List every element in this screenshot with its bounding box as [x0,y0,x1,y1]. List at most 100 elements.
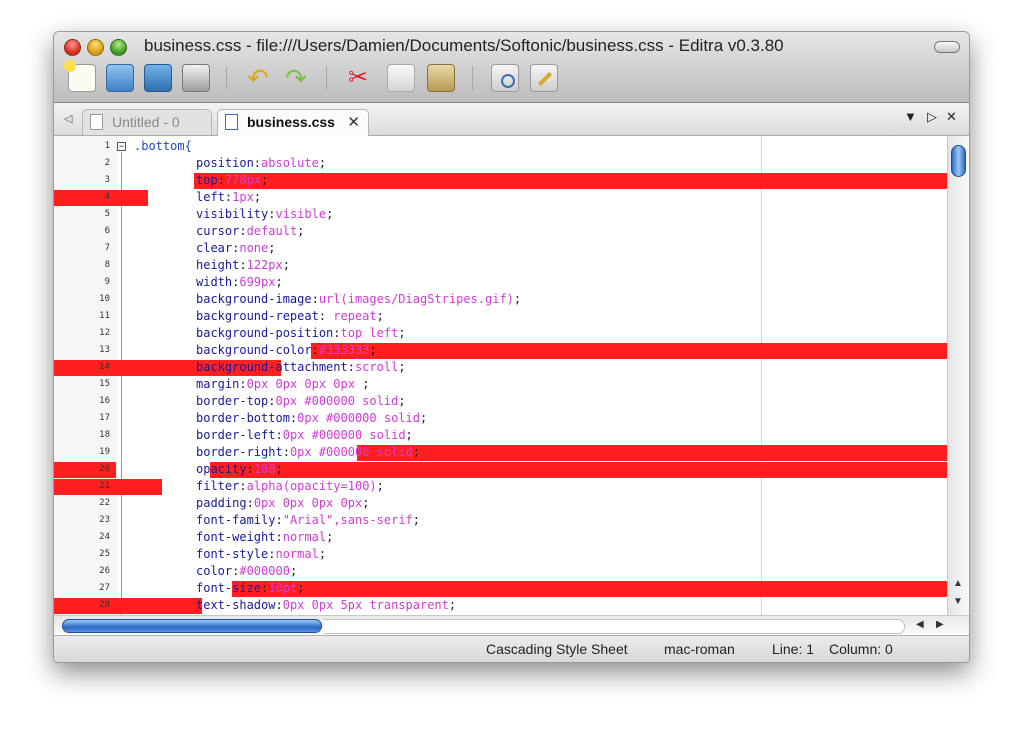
code-text: height:122px; [196,257,290,274]
paste-icon[interactable] [427,64,455,92]
tab-scroll-left-icon[interactable]: ◁ [64,112,72,125]
minimize-window-button[interactable] [87,39,104,56]
vertical-scrollbar[interactable]: ▲ ▼ [947,136,969,615]
code-editor[interactable]: − 1 .bottom{2 position:absolute; 3 top:778px… [54,136,947,615]
error-highlight [210,462,947,478]
scroll-left-arrow-icon[interactable]: ◀ [916,619,924,630]
preferences-icon[interactable] [530,64,558,92]
redo-icon[interactable]: ↷ [282,64,310,92]
code-line[interactable]: 26 color:#000000; [54,563,947,580]
line-number: 8 [104,260,110,270]
css-colon: : [239,377,247,391]
tab-business-css[interactable]: business.css ✕ [217,109,369,136]
find-icon[interactable] [491,64,519,92]
code-line[interactable]: 12 background-position:top left; [54,325,947,342]
code-text: top:778px; [196,172,268,189]
line-number: 28 [99,600,110,610]
line-number: 4 [104,192,110,202]
css-property: background-repeat [196,309,319,323]
code-line[interactable]: 28 text-shadow:0px 0px 5px transparent; [54,597,947,614]
code-line[interactable]: 13 background-color:#333333; [54,342,947,359]
code-line[interactable]: 21 filter:alpha(opacity=100); [54,478,947,495]
code-line[interactable]: 4 left:1px; [54,189,947,206]
code-line[interactable]: 7 clear:none; [54,240,947,257]
status-line: Line: 1 [772,641,815,657]
horizontal-scrollbar[interactable]: ◀ ▶ [54,615,969,635]
code-line[interactable]: 24 font-weight:normal; [54,529,947,546]
zoom-window-button[interactable] [110,39,127,56]
css-semicolon: ; [318,156,327,170]
css-value: 0px 0px 0px 0px [246,377,355,391]
code-line[interactable]: 14 background-attachment:scroll; [54,359,947,376]
line-number: 1 [104,141,110,151]
open-folder-icon[interactable] [106,64,134,92]
css-semicolon: ; [253,190,262,204]
code-line[interactable]: 15 margin:0px 0px 0px 0px ; [54,376,947,393]
line-number: 6 [104,226,110,236]
css-file-icon [225,114,238,130]
code-line[interactable]: 17 border-bottom:0px #000000 solid; [54,410,947,427]
css-semicolon: ; [297,581,305,595]
line-number: 10 [99,294,110,304]
code-line[interactable]: 3 top:778px; [54,172,947,189]
code-line[interactable]: 5 visibility:visible; [54,206,947,223]
css-property: margin [196,377,240,391]
code-line[interactable]: 10 background-image:url(images/DiagStripe… [54,291,947,308]
scroll-down-arrow-icon[interactable]: ▼ [953,596,963,607]
code-line[interactable]: 19 border-right:0px #000000 solid; [54,444,947,461]
status-column: Column: 0 [829,641,893,657]
code-line[interactable]: 18 border-left:0px #000000 solid; [54,427,947,444]
horizontal-scroll-track[interactable] [324,619,905,634]
scroll-right-arrow-icon[interactable]: ▶ [936,619,944,630]
css-semicolon: ; [297,224,305,238]
code-line[interactable]: 1 .bottom{ [54,138,947,155]
line-number: 18 [99,430,110,440]
line-number: 20 [99,464,110,474]
css-property: font-family [196,513,276,527]
code-line[interactable]: 2 position:absolute; [54,155,947,172]
css-semicolon: ; [412,445,420,459]
new-file-icon[interactable] [64,60,96,92]
code-line[interactable]: 8 height:122px; [54,257,947,274]
undo-icon[interactable]: ↶ [244,64,272,92]
save-icon[interactable] [144,64,172,92]
copy-icon[interactable] [387,64,415,92]
css-colon: : [253,156,262,170]
line-number: 17 [99,413,110,423]
css-property: font-style [196,547,269,561]
css-semicolon: ; [398,360,406,374]
css-colon: : [239,258,247,272]
code-text: border-right:0px #000000 solid; [196,444,420,461]
tab-next-icon[interactable]: ▷ [927,109,937,125]
cut-icon[interactable]: ✂ [344,64,372,92]
error-highlight [311,343,947,359]
css-value: 778px [224,173,262,187]
css-semicolon: ; [268,241,276,255]
code-line[interactable]: 20 opacity:100; [54,461,947,478]
close-window-button[interactable] [64,39,81,56]
toolbar-toggle-button[interactable] [934,41,960,53]
print-icon[interactable] [182,64,210,92]
code-line[interactable]: 6 cursor:default; [54,223,947,240]
code-line[interactable]: 23 font-family:"Arial",sans-serif; [54,512,947,529]
close-all-icon[interactable]: ✕ [946,109,957,125]
code-line[interactable]: 16 border-top:0px #000000 solid; [54,393,947,410]
tab-bar: ◁ Untitled - 0 business.css ✕ ▼ ▷ ✕ [54,103,969,136]
vertical-scroll-thumb[interactable] [951,145,966,177]
code-line[interactable]: 27 font-size:10pt; [54,580,947,597]
code-line[interactable]: 9 width:699px; [54,274,947,291]
close-tab-icon[interactable]: ✕ [347,110,360,135]
css-semicolon: ; [398,394,406,408]
css-property: left [196,190,225,204]
tab-menu-icon[interactable]: ▼ [904,109,917,124]
code-line[interactable]: 11 background-repeat: repeat; [54,308,947,325]
code-line[interactable]: 22 padding:0px 0px 0px 0px; [54,495,947,512]
line-number: 25 [99,549,110,559]
css-semicolon: ; [326,530,334,544]
code-line[interactable]: 25 font-style:normal; [54,546,947,563]
css-semicolon: ; [513,292,522,306]
horizontal-scroll-thumb[interactable] [62,619,322,633]
scroll-up-arrow-icon[interactable]: ▲ [953,578,963,589]
code-text: opacity:100; [196,461,283,478]
tab-untitled[interactable]: Untitled - 0 [82,109,212,135]
